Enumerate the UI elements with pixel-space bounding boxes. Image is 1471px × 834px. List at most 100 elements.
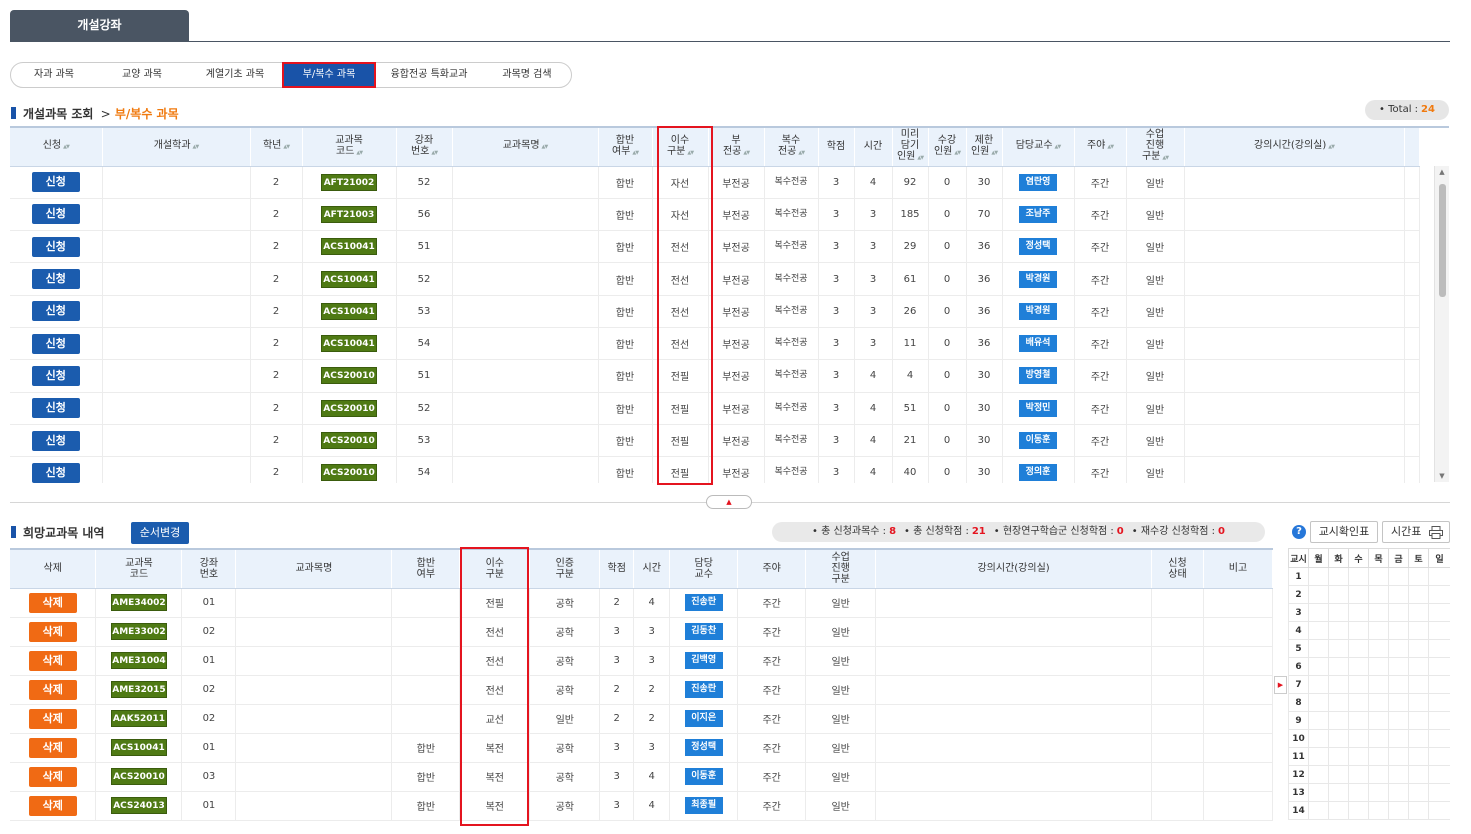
apply-button[interactable]: 신청: [31, 398, 80, 419]
course-code-badge[interactable]: ACS10041: [321, 270, 377, 288]
timetable-slot[interactable]: [1328, 765, 1349, 784]
professor-badge[interactable]: 진송란: [684, 681, 723, 698]
timetable-slot[interactable]: [1388, 675, 1409, 694]
professor-badge[interactable]: 최종필: [684, 797, 723, 814]
professor-badge[interactable]: 박정민: [1019, 399, 1057, 417]
timetable-slot[interactable]: [1308, 639, 1329, 658]
course-code-badge[interactable]: ACS20010: [321, 367, 377, 385]
tab-5[interactable]: 융합전공 특화교과: [375, 63, 483, 87]
timetable-slot[interactable]: [1308, 675, 1329, 694]
professor-badge[interactable]: 염란영: [1019, 173, 1057, 191]
apply-button[interactable]: 신청: [31, 236, 80, 257]
timetable-slot[interactable]: [1348, 783, 1369, 802]
course-code-badge[interactable]: ACS10041: [110, 739, 167, 756]
timetable-slot[interactable]: [1328, 621, 1349, 640]
course-code-badge[interactable]: AME31004: [110, 652, 167, 669]
course-code-badge[interactable]: AME34002: [110, 594, 167, 611]
sort-arrows-icon[interactable]: ▲▼: [542, 144, 549, 150]
professor-badge[interactable]: 김동찬: [684, 623, 723, 640]
delete-button[interactable]: 삭제: [28, 679, 77, 700]
course-code-badge[interactable]: AFT21002: [321, 173, 377, 191]
timetable-slot[interactable]: [1348, 657, 1369, 676]
professor-badge[interactable]: 조남주: [1019, 205, 1057, 223]
timetable-slot[interactable]: [1308, 693, 1329, 712]
reorder-button[interactable]: 순서변경: [131, 522, 189, 544]
sort-arrows-icon[interactable]: ▲▼: [431, 150, 438, 156]
timetable-slot[interactable]: [1368, 657, 1389, 676]
timetable-slot[interactable]: [1388, 711, 1409, 730]
timetable-slot[interactable]: [1308, 765, 1329, 784]
delete-button[interactable]: 삭제: [28, 621, 77, 642]
help-icon[interactable]: ?: [1292, 525, 1306, 539]
timetable-slot[interactable]: [1408, 585, 1429, 604]
timetable-slot[interactable]: [1388, 639, 1409, 658]
timetable-slot[interactable]: [1368, 783, 1389, 802]
expand-side-panel-arrow-icon[interactable]: ▶: [1274, 676, 1287, 694]
timetable-slot[interactable]: [1428, 711, 1450, 730]
course-code-badge[interactable]: AME33002: [110, 623, 167, 640]
timetable-slot[interactable]: [1388, 801, 1409, 820]
timetable-slot[interactable]: [1388, 657, 1409, 676]
timetable-slot[interactable]: [1368, 639, 1389, 658]
timetable-slot[interactable]: [1368, 747, 1389, 766]
course-code-badge[interactable]: ACS24013: [110, 797, 167, 814]
timetable-slot[interactable]: [1428, 585, 1450, 604]
timetable-slot[interactable]: [1368, 567, 1389, 586]
sort-arrows-icon[interactable]: ▲▼: [798, 150, 805, 156]
timetable-slot[interactable]: [1328, 711, 1349, 730]
timetable-slot[interactable]: [1428, 747, 1450, 766]
timetable-slot[interactable]: [1408, 639, 1429, 658]
sort-arrows-icon[interactable]: ▲▼: [63, 144, 70, 150]
timetable-slot[interactable]: [1328, 747, 1349, 766]
timetable-slot[interactable]: [1388, 747, 1409, 766]
timetable-slot[interactable]: [1408, 657, 1429, 676]
timetable-slot[interactable]: [1428, 801, 1450, 820]
collapse-panel-button[interactable]: ▲: [706, 495, 752, 509]
apply-button[interactable]: 신청: [31, 172, 80, 193]
timetable-slot[interactable]: [1428, 675, 1450, 694]
course-code-badge[interactable]: ACS10041: [321, 335, 377, 353]
tab-1[interactable]: 자과 과목: [11, 63, 97, 87]
timetable-slot[interactable]: [1348, 621, 1369, 640]
timetable-slot[interactable]: [1388, 693, 1409, 712]
sort-arrows-icon[interactable]: ▲▼: [917, 155, 924, 161]
timetable-button[interactable]: 시간표: [1382, 521, 1450, 543]
timetable-slot[interactable]: [1328, 603, 1349, 622]
timetable-slot[interactable]: [1328, 801, 1349, 820]
timetable-slot[interactable]: [1348, 693, 1369, 712]
timetable-slot[interactable]: [1388, 621, 1409, 640]
timetable-slot[interactable]: [1388, 585, 1409, 604]
sort-arrows-icon[interactable]: ▲▼: [687, 150, 694, 156]
timetable-slot[interactable]: [1428, 567, 1450, 586]
timetable-slot[interactable]: [1388, 567, 1409, 586]
timetable-slot[interactable]: [1368, 801, 1389, 820]
delete-button[interactable]: 삭제: [28, 795, 77, 816]
timetable-slot[interactable]: [1368, 729, 1389, 748]
apply-button[interactable]: 신청: [31, 269, 80, 290]
professor-badge[interactable]: 박경원: [1019, 302, 1057, 320]
timetable-slot[interactable]: [1388, 603, 1409, 622]
timetable-slot[interactable]: [1308, 801, 1329, 820]
professor-badge[interactable]: 정의훈: [1019, 464, 1057, 482]
page-tab-open-courses[interactable]: 개설강좌: [10, 10, 189, 41]
timetable-slot[interactable]: [1308, 621, 1329, 640]
sort-arrows-icon[interactable]: ▲▼: [193, 144, 200, 150]
professor-badge[interactable]: 진송란: [684, 594, 723, 611]
professor-badge[interactable]: 정성택: [1019, 238, 1057, 256]
sort-arrows-icon[interactable]: ▲▼: [1328, 144, 1335, 150]
professor-badge[interactable]: 방영철: [1019, 367, 1057, 385]
professor-badge[interactable]: 이동훈: [684, 768, 723, 785]
timetable-slot[interactable]: [1408, 603, 1429, 622]
timetable-slot[interactable]: [1388, 783, 1409, 802]
scroll-down-arrow-icon[interactable]: ▼: [1435, 472, 1449, 480]
scroll-up-arrow-icon[interactable]: ▲: [1435, 168, 1449, 176]
timetable-slot[interactable]: [1348, 585, 1369, 604]
timetable-slot[interactable]: [1328, 567, 1349, 586]
tab-6[interactable]: 과목명 검색: [483, 63, 571, 87]
apply-button[interactable]: 신청: [31, 365, 80, 386]
timetable-slot[interactable]: [1328, 585, 1349, 604]
timetable-slot[interactable]: [1348, 801, 1369, 820]
timetable-slot[interactable]: [1368, 711, 1389, 730]
professor-badge[interactable]: 박경원: [1019, 270, 1057, 288]
timetable-slot[interactable]: [1368, 621, 1389, 640]
